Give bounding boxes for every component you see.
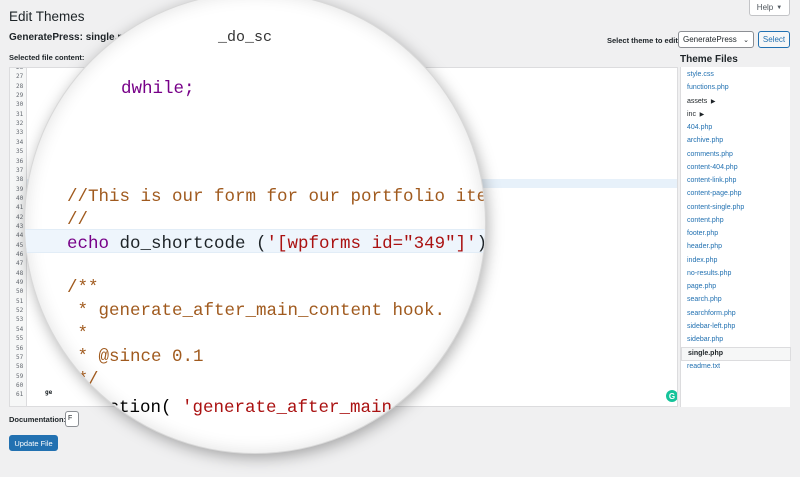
theme-file-link[interactable]: no-results.php: [687, 270, 731, 277]
code-comment: //: [67, 210, 89, 230]
code-comment: * @since 0.1: [67, 347, 204, 367]
theme-file-link[interactable]: single.php: [681, 347, 791, 362]
line-number: 57: [16, 353, 24, 361]
theme-file-link[interactable]: sidebar-left.php: [687, 323, 735, 330]
line-number: 32: [16, 120, 24, 128]
line-number: 41: [16, 204, 24, 212]
line-number: 60: [16, 381, 24, 389]
line-number: 48: [16, 269, 24, 277]
line-number: 59: [16, 372, 24, 380]
theme-file-link[interactable]: search.php: [687, 296, 722, 303]
line-number: 38: [16, 176, 24, 184]
theme-file-link[interactable]: content-404.php: [687, 164, 738, 171]
theme-file-link[interactable]: content.php: [687, 217, 724, 224]
theme-file-link[interactable]: style.css: [687, 71, 714, 78]
magnifier-lens: _do_sc dwhile; //This is our form for ou…: [25, 0, 485, 453]
line-number: 28: [16, 82, 24, 90]
code-comment: /**: [67, 278, 99, 298]
line-number: 56: [16, 344, 24, 352]
line-number: 49: [16, 279, 24, 287]
help-button[interactable]: Help ▼: [749, 0, 790, 16]
caret-right-icon: ▶: [709, 98, 716, 105]
select-theme-button[interactable]: Select: [758, 31, 790, 48]
theme-file-link[interactable]: 404.php: [687, 124, 712, 131]
code-line: dwhile;: [121, 79, 195, 99]
line-number: 58: [16, 363, 24, 371]
theme-file-link[interactable]: content-link.php: [687, 177, 736, 184]
line-number: 45: [16, 241, 24, 249]
line-number: 46: [16, 251, 24, 258]
line-number: 51: [16, 297, 24, 305]
folder-item[interactable]: assets ▶: [687, 98, 716, 105]
theme-file-link[interactable]: searchform.php: [687, 310, 736, 317]
line-number: 37: [16, 166, 24, 174]
theme-file-link[interactable]: content-page.php: [687, 190, 742, 197]
line-number: 53: [16, 316, 24, 324]
theme-files-list: style.css functions.php assets ▶ inc ▶ 404.p…: [680, 67, 791, 407]
line-number: 26: [16, 67, 24, 71]
line-number: 61: [16, 391, 24, 399]
line-number: 47: [16, 260, 24, 268]
theme-file-link[interactable]: sidebar.php: [687, 336, 723, 343]
theme-file-link[interactable]: footer.php: [687, 230, 718, 237]
line-number: 44: [16, 232, 24, 240]
line-number: 40: [16, 194, 24, 202]
code-comment: * generate_after_main_content hook.: [67, 301, 446, 321]
line-number: 54: [16, 325, 24, 333]
code-comment: *: [67, 324, 89, 344]
grammarly-icon[interactable]: G: [666, 390, 677, 402]
folder-item[interactable]: inc ▶: [687, 111, 704, 118]
theme-select-label: Select theme to edit:: [607, 36, 681, 45]
code-comment: //This is our form for our portfolio ite…: [67, 187, 485, 207]
theme-files-title: Theme Files: [680, 54, 738, 65]
chevron-down-icon: ⌄: [743, 36, 749, 44]
line-number: 35: [16, 148, 24, 156]
theme-file-link[interactable]: index.php: [687, 257, 717, 264]
magnified-code: _do_sc dwhile; //This is our form for ou…: [25, 0, 485, 453]
caret-down-icon: ▼: [776, 4, 783, 11]
line-number: 39: [16, 185, 24, 193]
line-number: 52: [16, 307, 24, 315]
theme-select[interactable]: GeneratePress ⌄: [678, 31, 754, 48]
theme-file-link[interactable]: comments.php: [687, 151, 733, 158]
code-comment: */: [67, 370, 99, 390]
line-number: 50: [16, 288, 24, 296]
line-number: 30: [16, 101, 24, 109]
line-number: 42: [16, 213, 24, 221]
line-number: 36: [16, 157, 24, 165]
theme-file-link[interactable]: content-single.php: [687, 204, 744, 211]
caret-right-icon: ▶: [697, 111, 705, 118]
line-number: 34: [16, 138, 24, 146]
theme-file-link[interactable]: page.php: [687, 283, 716, 290]
line-number: 33: [16, 129, 24, 137]
theme-file-link[interactable]: readme.txt: [687, 363, 720, 370]
line-number: 55: [16, 335, 24, 343]
code-line: _do_sc: [218, 29, 273, 46]
theme-file-link[interactable]: header.php: [687, 243, 722, 250]
theme-file-link[interactable]: functions.php: [687, 84, 729, 91]
line-number: 31: [16, 110, 24, 118]
line-number: 29: [16, 92, 24, 100]
theme-file-link[interactable]: archive.php: [687, 137, 723, 144]
line-number: 27: [16, 73, 24, 81]
code-line-echo: echo do_shortcode ('[wpforms id="349"]')…: [67, 232, 485, 254]
code-line-action: o_action( 'generate_after_main_conten: [77, 398, 466, 418]
line-number: 43: [16, 222, 24, 230]
